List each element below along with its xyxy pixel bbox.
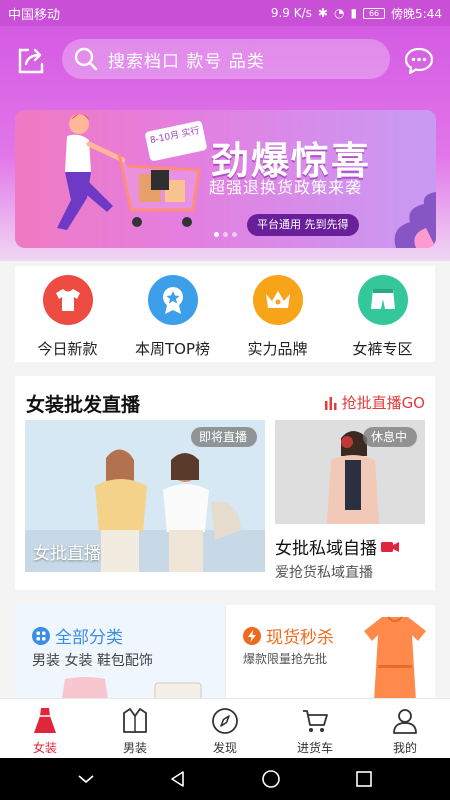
lightning-icon	[243, 626, 261, 645]
video-camera-icon	[381, 541, 399, 552]
tab-profile[interactable]: 我的	[360, 699, 450, 758]
promo-banner[interactable]: 8-10月 实行 劲爆惊喜 超强退换货政策来袭 平台通用 先到先得	[15, 110, 436, 248]
carousel-dot[interactable]	[223, 232, 228, 237]
ribbon-medal-icon	[147, 275, 198, 325]
tab-label: 发现	[212, 741, 237, 755]
category-label: 今日新款	[37, 340, 98, 358]
carousel-dot[interactable]	[214, 232, 219, 237]
tab-label: 女装	[32, 741, 57, 755]
carousel-dots	[214, 232, 237, 237]
tab-label: 男装	[122, 741, 147, 755]
card-title: 现货秒杀	[266, 628, 334, 648]
grid-icon	[32, 626, 50, 645]
tab-discover[interactable]: 发现	[180, 699, 270, 758]
tshirt-icon	[42, 275, 93, 325]
category-grid: 今日新款 本周TOP榜 实力品牌 女裤专区	[15, 266, 435, 362]
category-brands[interactable]: 实力品牌	[225, 266, 330, 362]
network-speed: 9.9 K/s	[270, 6, 312, 20]
bottom-tab-bar: 女装 男装 发现 进货车 我的	[0, 698, 450, 758]
live-side-subtitle: 爱抢货私域直播	[275, 565, 373, 581]
card-subtitle: 爆款限量抢先批	[243, 652, 328, 666]
recents-icon[interactable]	[354, 769, 374, 789]
section-title: 女装批发直播	[26, 394, 141, 416]
user-icon	[393, 709, 417, 734]
orange-dress-thumbnail	[364, 616, 426, 700]
wifi-icon: ◔	[333, 6, 345, 20]
search-icon	[74, 47, 98, 71]
live-main-caption: 女批直播	[33, 544, 101, 564]
live-section: 女装批发直播 抢批直播GO 即将直播 女批直播 休息中 女批私域自播 爱抢货私域…	[15, 376, 435, 590]
dress-icon	[34, 708, 56, 733]
share-icon[interactable]	[16, 46, 46, 76]
banner-subtitle: 超强退换货政策来袭	[209, 178, 363, 197]
tab-label: 我的	[392, 741, 417, 755]
tab-label: 进货车	[296, 741, 333, 755]
shorts-icon	[357, 275, 408, 325]
crown-icon	[252, 275, 303, 325]
leaf-decoration-icon	[394, 192, 436, 248]
home-icon[interactable]	[260, 768, 282, 790]
cart-icon	[303, 710, 328, 732]
banner-pill: 平台通用 先到先得	[247, 214, 359, 236]
clock: 傍晚5:44	[391, 6, 442, 21]
tab-womenswear[interactable]: 女装	[0, 699, 90, 758]
live-status-badge: 即将直播	[190, 427, 257, 447]
bar-chart-icon	[324, 396, 337, 410]
shirt-icon	[123, 708, 147, 733]
status-bar: 中国移动 9.9 K/s ✱ ◔ ▮ 66 傍晚5:44	[0, 0, 450, 26]
live-main-card[interactable]: 即将直播 女批直播	[25, 420, 265, 572]
compass-icon	[212, 708, 238, 734]
category-label: 本周TOP榜	[134, 340, 210, 358]
category-new-arrivals[interactable]: 今日新款	[15, 266, 120, 362]
tab-menswear[interactable]: 男装	[90, 699, 180, 758]
category-weekly-top[interactable]: 本周TOP榜	[120, 266, 225, 362]
all-categories-card[interactable]: 全部分类 男装 女装 鞋包配饰	[15, 605, 225, 700]
signal-icon: ▮	[350, 6, 358, 20]
bluetooth-icon: ✱	[317, 6, 328, 20]
tab-cart[interactable]: 进货车	[270, 699, 360, 758]
carrier-label: 中国移动	[8, 7, 61, 23]
carousel-dot[interactable]	[232, 232, 237, 237]
back-icon[interactable]	[168, 769, 188, 789]
live-side-card[interactable]: 休息中	[275, 420, 425, 524]
collapse-icon[interactable]	[76, 773, 96, 785]
live-side-title[interactable]: 女批私域自播	[275, 534, 399, 559]
category-label: 女裤专区	[352, 340, 413, 358]
battery-icon: 66	[363, 7, 386, 19]
flash-sale-card[interactable]: 现货秒杀 爆款限量抢先批	[225, 605, 435, 700]
promo-section: 全部分类 男装 女装 鞋包配饰 现货秒杀 爆款限量抢先批	[15, 605, 435, 700]
search-bar[interactable]: 搜索档口 款号 品类	[62, 39, 390, 79]
card-title: 全部分类	[55, 628, 123, 648]
search-placeholder: 搜索档口 款号 品类	[108, 51, 265, 72]
category-label: 实力品牌	[247, 340, 308, 358]
system-nav-bar	[0, 758, 450, 800]
category-pants[interactable]: 女裤专区	[330, 266, 435, 362]
message-icon[interactable]	[403, 46, 435, 76]
card-subtitle: 男装 女装 鞋包配饰	[32, 653, 153, 669]
live-status-badge: 休息中	[362, 427, 417, 447]
live-go-link[interactable]: 抢批直播GO	[324, 392, 425, 413]
